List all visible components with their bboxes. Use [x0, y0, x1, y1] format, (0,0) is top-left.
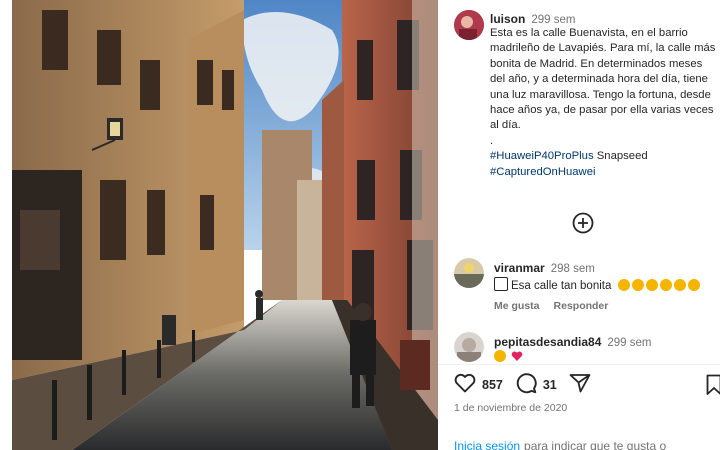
author-username[interactable]: luison: [490, 12, 525, 26]
author-name-row: luison 299 sem: [490, 12, 575, 26]
kiss-emoji: [673, 279, 686, 291]
load-more-comments-button[interactable]: [572, 212, 594, 234]
heart-eyes-emoji: [687, 279, 700, 291]
red-heart-icon: [511, 350, 523, 362]
heart-eyes-emoji: [494, 350, 506, 362]
commenter-avatar-pepitasdesandia84[interactable]: [454, 332, 484, 362]
hashtag-line-2: #CapturedOnHuawei: [490, 165, 720, 180]
login-prompt: Inicia sesión para indicar que te gusta o: [454, 439, 666, 450]
hashtag-line-1: #HuaweiP40ProPlus Snapseed: [490, 149, 720, 164]
comment-icon: [516, 372, 537, 393]
heart-eyes-emoji: [659, 279, 672, 291]
post-actions-bar: 857 31: [454, 372, 591, 399]
login-link[interactable]: Inicia sesión: [454, 439, 520, 450]
comment-1-time: 298 sem: [550, 263, 595, 275]
comment-2-body: [494, 350, 525, 363]
commenter-avatar-image: [454, 258, 484, 288]
comment-1-like-link[interactable]: Me gusta: [494, 300, 540, 312]
street-photo: [12, 0, 438, 450]
hashtag-huaweip40proplus[interactable]: #HuaweiP40ProPlus: [490, 150, 594, 162]
author-avatar-image: [454, 10, 484, 40]
commenter-avatar-viranmar[interactable]: [454, 258, 484, 288]
save-button[interactable]: [706, 374, 720, 396]
post-caption: Esta es la calle Buenavista, en el barri…: [490, 26, 720, 180]
comments-panel: luison 299 sem Esta es la calle Buenavist…: [438, 0, 720, 450]
comment-1-text: Esa calle tan bonita: [511, 280, 612, 292]
comment-2-username[interactable]: pepitasdesandia84: [494, 335, 601, 349]
heart-eyes-emoji: [645, 279, 658, 291]
comment-1-header: viranmar 298 sem: [494, 261, 595, 275]
comment-1-reply-link[interactable]: Responder: [554, 300, 609, 312]
login-text: para indicar que te gusta o: [524, 439, 667, 450]
bookmark-icon: [706, 374, 720, 395]
send-icon: [569, 373, 591, 392]
post-time: 299 sem: [531, 14, 576, 26]
caption-dot: .: [490, 134, 494, 147]
post-date: 1 de noviembre de 2020: [454, 402, 568, 414]
share-button[interactable]: [569, 373, 591, 398]
heart-eyes-emoji: [631, 279, 644, 291]
comment-2-time: 299 sem: [607, 337, 652, 349]
hashtag-capturedonhuawei[interactable]: #CapturedOnHuawei: [490, 166, 596, 178]
caption-snapseed: Snapseed: [596, 150, 648, 163]
people-icon: [494, 277, 508, 291]
comment-1-body: Esa calle tan bonita: [494, 277, 702, 292]
plus-circle-icon: [572, 212, 594, 234]
comment-1-actions: Me gusta Responder: [494, 300, 622, 312]
heart-icon: [454, 373, 476, 392]
like-button[interactable]: [454, 373, 476, 398]
author-avatar[interactable]: [454, 10, 484, 40]
red-heart-shape: [511, 351, 523, 361]
share-action: [569, 373, 591, 398]
heart-eyes-emoji: [617, 279, 630, 291]
post-image-area: [0, 0, 438, 450]
comment-action: 31: [515, 372, 569, 399]
comment-button[interactable]: [515, 372, 537, 399]
like-action: 857: [454, 373, 515, 398]
comments-count: 31: [542, 378, 557, 392]
commenter-avatar-image: [454, 332, 484, 362]
actions-divider: [438, 364, 720, 365]
likes-count: 857: [482, 378, 503, 392]
comment-2-header: pepitasdesandia84 299 sem: [494, 335, 652, 349]
post-photo[interactable]: [12, 0, 438, 450]
caption-text: Esta es la calle Buenavista, en el barri…: [490, 27, 716, 132]
comment-1-username[interactable]: viranmar: [494, 261, 545, 275]
